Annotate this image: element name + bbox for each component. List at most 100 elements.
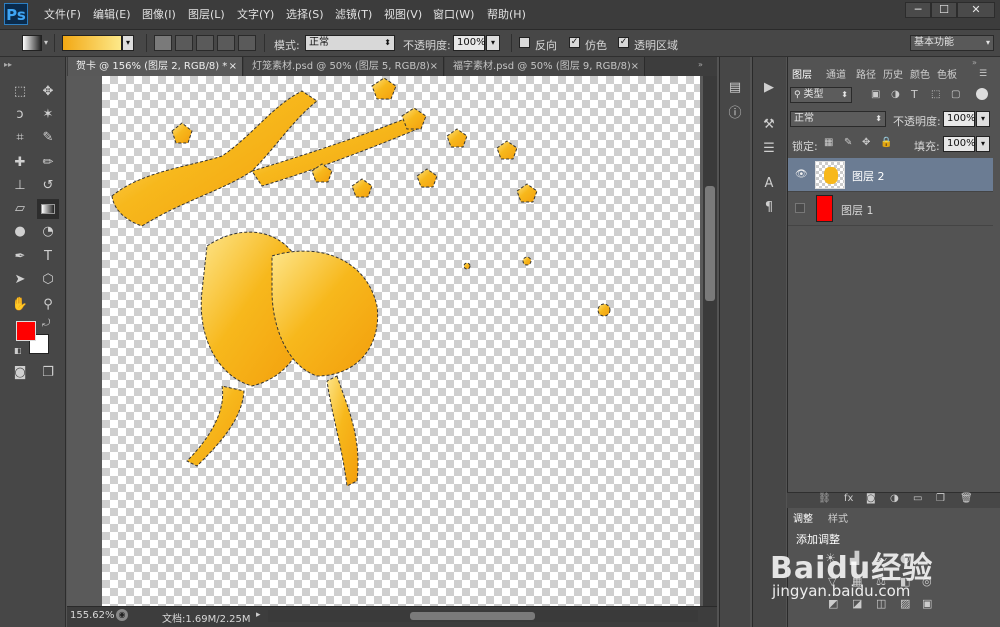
tab-greeting-card[interactable]: 贺卡 @ 156% (图层 2, RGB/8) * × — [68, 57, 243, 76]
brush-presets-icon[interactable]: ⚒ — [757, 115, 781, 135]
tab-swatches[interactable]: 色板 — [937, 68, 957, 84]
filter-adjustment-icon[interactable]: ◑ — [891, 89, 900, 100]
add-mask-icon[interactable]: ◙ — [866, 493, 876, 504]
menu-file[interactable]: 文件(F) — [44, 0, 81, 30]
toolbox-collapse-icon[interactable]: ▸▸ — [4, 60, 12, 69]
reverse-checkbox[interactable] — [519, 37, 530, 48]
filter-smart-object-icon[interactable]: ▢ — [951, 89, 960, 100]
panel-collapse-icon[interactable]: » — [972, 58, 977, 67]
menu-layer[interactable]: 图层(L) — [188, 0, 225, 30]
tab-channels[interactable]: 通道 — [826, 68, 846, 84]
layer-filter-select[interactable]: ⚲ 类型 ⬍ — [790, 87, 852, 103]
crop-tool-icon[interactable]: ⌗ — [9, 128, 31, 148]
diamond-gradient-button[interactable] — [238, 35, 256, 51]
new-layer-icon[interactable]: ❐ — [936, 493, 945, 504]
tabs-overflow-icon[interactable]: » — [698, 60, 703, 69]
swap-colors-icon[interactable]: ⤾ — [42, 318, 50, 329]
magic-wand-tool-icon[interactable]: ✶ — [37, 105, 59, 125]
radial-gradient-button[interactable] — [175, 35, 193, 51]
layer-visibility-box[interactable] — [795, 203, 805, 213]
tool-presets-icon[interactable]: ☰ — [757, 139, 781, 159]
type-tool-icon[interactable]: T — [37, 247, 59, 267]
status-info-icon[interactable]: ◉ — [116, 609, 128, 621]
move-tool-icon[interactable]: ✥ — [37, 82, 59, 102]
adjustment-layer-icon[interactable]: ◑ — [890, 493, 899, 504]
tab-color[interactable]: 颜色 — [910, 68, 930, 84]
horizontal-scroll-thumb[interactable] — [410, 612, 535, 620]
screen-mode-icon[interactable]: ❐ — [37, 363, 59, 383]
opacity-input[interactable]: 100% — [453, 35, 486, 51]
workspace-select[interactable]: 基本功能 ▾ — [910, 35, 994, 51]
pen-tool-icon[interactable]: ✒ — [9, 247, 31, 267]
layer-visibility-eye-icon[interactable]: 👁 — [795, 169, 808, 180]
filter-pixel-icon[interactable]: ▣ — [871, 89, 880, 100]
menu-help[interactable]: 帮助(H) — [487, 0, 526, 30]
maximize-button[interactable]: ☐ — [931, 2, 957, 18]
brush-tool-icon[interactable]: ✏ — [37, 153, 59, 173]
play-actions-icon[interactable]: ▶ — [757, 78, 781, 98]
layer-opacity-chevron-icon[interactable]: ▾ — [976, 111, 990, 127]
lock-position-icon[interactable]: ✥ — [862, 137, 870, 148]
menu-edit[interactable]: 编辑(E) — [93, 0, 131, 30]
tool-preset-chevron-icon[interactable]: ▾ — [44, 38, 48, 47]
gradient-tool-icon-active[interactable] — [37, 199, 59, 219]
path-selection-tool-icon[interactable]: ➤ — [9, 270, 31, 290]
close-button[interactable]: ✕ — [957, 2, 995, 18]
dither-checkbox[interactable]: ✓ — [569, 37, 580, 48]
status-menu-arrow-icon[interactable]: ▸ — [256, 610, 261, 620]
menu-view[interactable]: 视图(V) — [384, 0, 422, 30]
shape-tool-icon[interactable]: ⬡ — [37, 270, 59, 290]
blur-tool-icon[interactable]: ● — [9, 222, 31, 242]
link-layers-icon[interactable]: ⛓ — [818, 493, 831, 504]
zoom-level[interactable]: 155.62% — [70, 610, 115, 621]
history-brush-tool-icon[interactable]: ↺ — [37, 176, 59, 196]
delete-layer-icon[interactable]: 🗑 — [960, 493, 973, 504]
vertical-scrollbar[interactable] — [703, 76, 717, 606]
gradient-tool-icon[interactable] — [22, 35, 42, 51]
tab-paths[interactable]: 路径 — [856, 68, 876, 84]
foreground-color-swatch[interactable] — [16, 321, 36, 341]
tab-history[interactable]: 历史 — [883, 68, 903, 84]
eyedropper-tool-icon[interactable]: ✎ — [37, 128, 59, 148]
lasso-tool-icon[interactable]: ↄ — [9, 105, 31, 125]
fx-icon[interactable]: fx — [844, 493, 853, 504]
layer-name[interactable]: 图层 2 — [852, 168, 885, 184]
fill-input[interactable]: 100% — [943, 136, 976, 152]
tab-lantern[interactable]: 灯笼素材.psd @ 50% (图层 5, RGB/8) × — [244, 57, 444, 76]
layer-thumbnail[interactable] — [816, 195, 833, 222]
selective-color-icon[interactable]: ▣ — [922, 597, 932, 610]
vertical-scroll-thumb[interactable] — [705, 186, 715, 301]
transparency-checkbox[interactable]: ✓ — [618, 37, 629, 48]
gradient-picker-chevron-icon[interactable]: ▾ — [122, 35, 134, 51]
hand-tool-icon[interactable]: ✋ — [9, 295, 31, 315]
layer-opacity-input[interactable]: 100% — [943, 111, 976, 127]
reflected-gradient-button[interactable] — [217, 35, 235, 51]
document-canvas[interactable] — [102, 76, 700, 606]
linear-gradient-button[interactable] — [154, 35, 172, 51]
eraser-tool-icon[interactable]: ▱ — [9, 199, 31, 219]
character-panel-icon[interactable]: A — [757, 174, 781, 194]
layer-thumbnail[interactable] — [815, 161, 845, 189]
tab-fu-char[interactable]: 福字素材.psd @ 50% (图层 9, RGB/8) × — [445, 57, 645, 76]
lock-pixels-icon[interactable]: ✎ — [844, 137, 852, 148]
tab-adjustments[interactable]: 调整 — [793, 512, 813, 528]
blend-mode-select[interactable]: 正常 ⬍ — [790, 111, 886, 127]
menu-window[interactable]: 窗口(W) — [433, 0, 474, 30]
group-icon[interactable]: ▭ — [913, 493, 922, 504]
quick-mask-icon[interactable]: ◙ — [9, 363, 31, 383]
filter-shape-icon[interactable]: ⬚ — [931, 89, 940, 100]
marquee-tool-icon[interactable]: ⬚ — [9, 82, 31, 102]
histogram-icon[interactable]: ▤ — [723, 78, 747, 98]
angle-gradient-button[interactable] — [196, 35, 214, 51]
zoom-tool-icon[interactable]: ⚲ — [37, 295, 59, 315]
menu-type[interactable]: 文字(Y) — [237, 0, 274, 30]
lock-transparent-icon[interactable]: ▦ — [824, 137, 833, 148]
opacity-chevron-icon[interactable]: ▾ — [486, 35, 500, 51]
default-colors-icon[interactable]: ◧ — [14, 346, 22, 355]
tab-close-icon[interactable]: × — [631, 57, 639, 76]
tab-close-icon[interactable]: × — [430, 57, 438, 76]
tab-styles[interactable]: 样式 — [828, 512, 848, 528]
tab-close-icon[interactable]: × — [229, 57, 237, 76]
filter-toggle-icon[interactable] — [976, 88, 988, 100]
filter-type-icon[interactable]: T — [911, 88, 918, 101]
